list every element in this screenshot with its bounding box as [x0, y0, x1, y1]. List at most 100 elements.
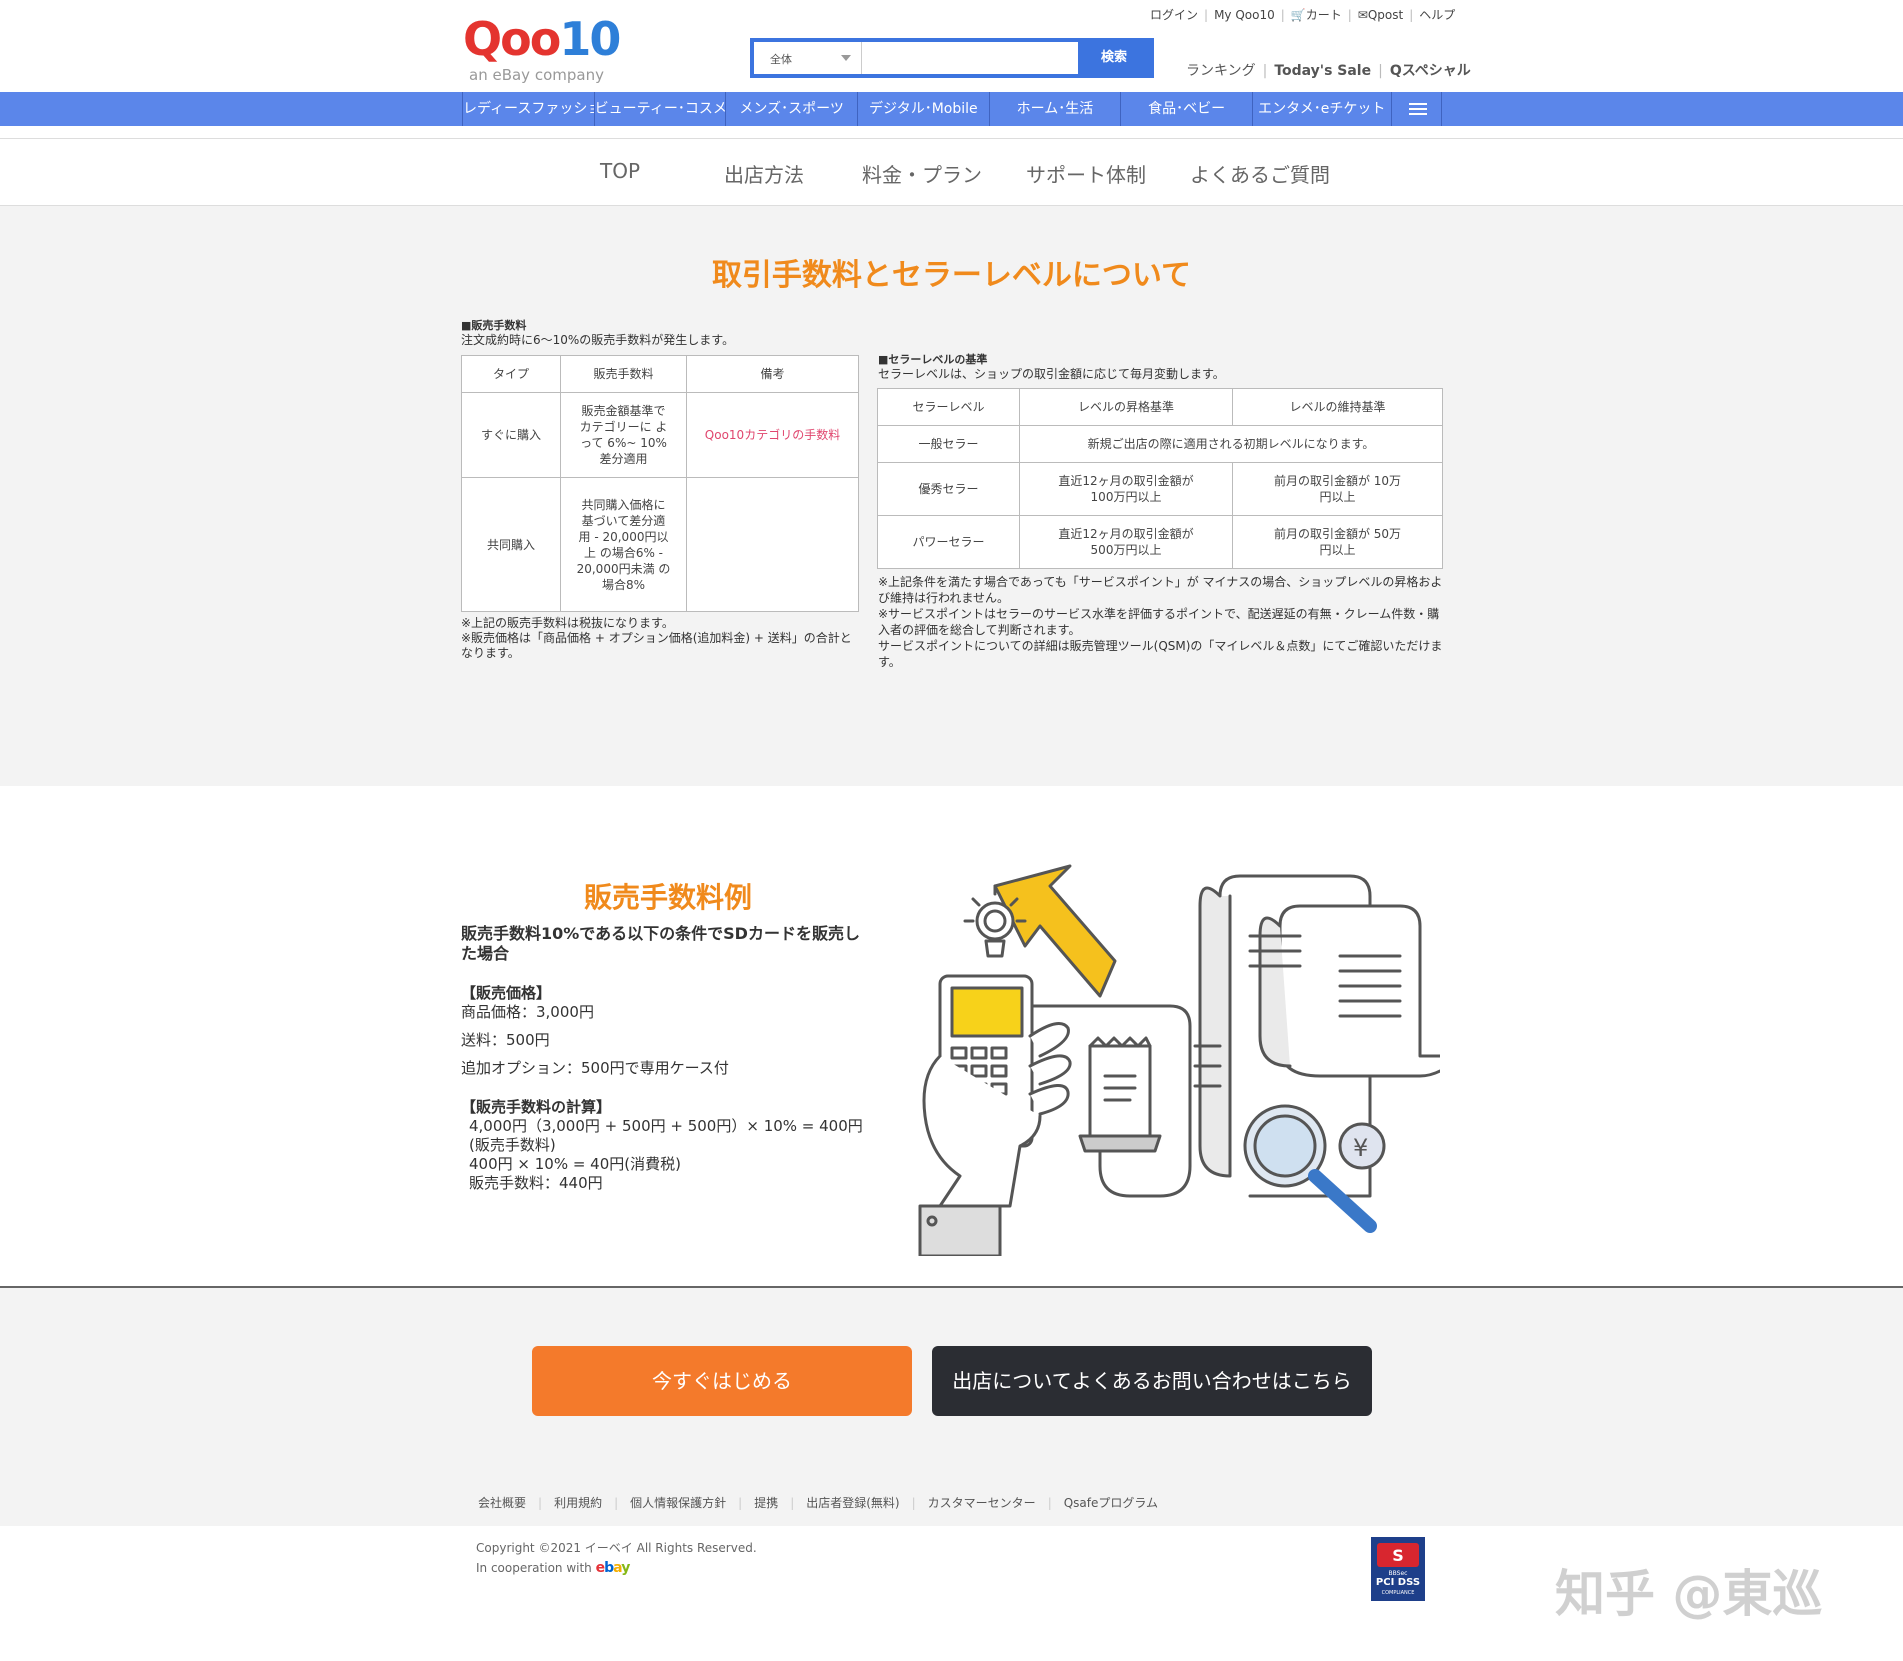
- table-row: パワーセラー 直近12ヶ月の取引金額が 500万円以上 前月の取引金額が 50万…: [877, 515, 1443, 569]
- table-header: レベルの維持基準: [1232, 388, 1443, 426]
- calc-block: 【販売手数料の計算】 4,000円（3,000円 + 500円 + 500円）×…: [461, 1098, 871, 1193]
- seller-level-desc: セラーレベルは、ショップの取引金額に応じて毎月変動します。: [878, 367, 1225, 381]
- footer-copyright-block: Copyright ©2021 イーベイ All Rights Reserved…: [476, 1538, 757, 1578]
- sales-fee-intro: ■販売手数料 注文成約時に6～10%の販売手数料が発生します。: [461, 318, 861, 348]
- footer-link-partnership[interactable]: 提携: [754, 1496, 778, 1510]
- category-fee-link[interactable]: Qoo10カテゴリの手数料: [686, 392, 859, 478]
- footer-link-terms[interactable]: 利用規約: [554, 1496, 602, 1510]
- sales-fee-table: タイプ 販売手数料 備考 すぐに購入 販売金額基準で カテゴリーに よって 6%…: [461, 355, 859, 612]
- logo-tagline: an eBay company: [469, 66, 604, 84]
- table-cell: 前月の取引金額が 50万円以上: [1232, 515, 1443, 569]
- category-mens-sports[interactable]: メンズ･スポーツ: [725, 92, 857, 126]
- login-link[interactable]: ログイン: [1150, 8, 1198, 22]
- table-cell: 前月の取引金額が 10万円以上: [1232, 462, 1443, 516]
- pci-dss-badge: S BBSec PCI DSS COMPLIANCE: [1371, 1537, 1425, 1601]
- qoo10-logo[interactable]: Qoo10 an eBay company: [463, 12, 621, 86]
- cart-link[interactable]: カート: [1306, 8, 1342, 22]
- cart-icon: 🛒: [1290, 8, 1306, 22]
- price-line: 送料：500円: [461, 1031, 550, 1049]
- my-qoo10-link[interactable]: My Qoo10: [1214, 8, 1275, 22]
- seller-level-heading: ■セラーレベルの基準: [878, 353, 988, 366]
- table-header: 販売手数料: [560, 355, 687, 393]
- todays-sale-link[interactable]: Today's Sale: [1274, 63, 1371, 79]
- price-block: 【販売価格】 商品価格：3,000円 送料：500円 追加オプション：500円で…: [461, 984, 871, 1078]
- help-link[interactable]: ヘルプ: [1419, 8, 1455, 22]
- commerce-illustration: ¥: [918, 864, 1440, 1256]
- category-beauty[interactable]: ビューティー･コスメ: [593, 92, 725, 126]
- category-home[interactable]: ホーム･生活: [988, 92, 1121, 126]
- seller-level-intro: ■セラーレベルの基準 セラーレベルは、ショップの取引金額に応じて毎月変動します。: [878, 352, 1444, 382]
- sales-fee-notes: ※上記の販売手数料は税抜になります。 ※販売価格は「商品価格 + オプション価格…: [461, 616, 861, 661]
- price-line: 追加オプション：500円で専用ケース付: [461, 1059, 729, 1077]
- seller-level-notes: ※上記条件を満たす場合であっても「サービスポイント」が マイナスの場合、ショップ…: [878, 574, 1444, 670]
- copyright-text: Copyright ©2021 イーベイ All Rights Reserved…: [476, 1541, 757, 1555]
- table-cell: 販売金額基準で カテゴリーに よって 6%~ 10%差分適用: [560, 392, 687, 478]
- subnav-how-to-open[interactable]: 出店方法: [724, 159, 804, 188]
- note-line: ※サービスポイントはセラーのサービス水準を評価するポイントで、配送遅延の有無・ク…: [878, 607, 1440, 637]
- table-cell: 共同購入: [461, 477, 561, 612]
- table-header: 備考: [686, 355, 859, 393]
- qpost-link[interactable]: Qpost: [1368, 8, 1403, 22]
- subnav-support[interactable]: サポート体制: [1026, 159, 1146, 188]
- table-cell: 新規ご出店の際に適用される初期レベルになります。: [1019, 425, 1443, 463]
- note-line: ※販売価格は「商品価格 + オプション価格(追加料金) + 送料」の合計となりま…: [461, 631, 852, 660]
- utility-links: ログイン | My Qoo10 | 🛒カート | ✉Qpost | ヘルプ: [1150, 8, 1456, 22]
- footer-link-company[interactable]: 会社概要: [478, 1496, 526, 1510]
- footer-link-qsafe[interactable]: Qsafeプログラム: [1064, 1496, 1158, 1510]
- table-cell: 優秀セラー: [877, 462, 1020, 516]
- ranking-link[interactable]: ランキング: [1186, 63, 1256, 79]
- q-special-link[interactable]: Qスペシャル: [1390, 63, 1471, 79]
- site-header: Qoo10 an eBay company 全体 検索 ログイン | My Qoo1…: [0, 0, 1903, 92]
- footer-links: 会社概要 | 利用規約 | 個人情報保護方針 | 提携 | 出店者登録(無料) | カスタマーセンタ…: [0, 1482, 1903, 1526]
- search-button[interactable]: 検索: [1078, 42, 1150, 74]
- subnav-top[interactable]: TOP: [600, 159, 640, 183]
- calc-line: 4,000円（3,000円 + 500円 + 500円）× 10% = 400円…: [469, 1117, 863, 1154]
- example-lead: 販売手数料10%である以下の条件でSDカードを販売した場合: [461, 924, 860, 963]
- sales-fee-heading: ■販売手数料: [461, 319, 527, 332]
- fees-section: 取引手数料とセラーレベルについて ■販売手数料 注文成約時に6～10%の販売手数…: [0, 206, 1903, 786]
- calc-line: 400円 × 10% = 40円(消費税): [469, 1155, 681, 1173]
- price-heading: 【販売価格】: [461, 984, 552, 1002]
- yen-icon: ¥: [1353, 1134, 1368, 1162]
- site-footer: Copyright ©2021 イーベイ All Rights Reserved…: [0, 1526, 1903, 1661]
- badge-main-text: PCI DSS: [1375, 1577, 1421, 1588]
- subnav-faq[interactable]: よくあるご質問: [1190, 159, 1330, 188]
- category-food-baby[interactable]: 食品･ベビー: [1120, 92, 1252, 126]
- category-ladies-fashion[interactable]: レディースファッション: [462, 92, 594, 126]
- cooperation-text: In cooperation with: [476, 1561, 592, 1575]
- seller-level-table: セラーレベル レベルの昇格基準 レベルの維持基準 一般セラー 新規ご出店の際に適…: [877, 388, 1443, 569]
- category-digital[interactable]: デジタル･Mobile: [856, 92, 989, 126]
- table-row: 一般セラー 新規ご出店の際に適用される初期レベルになります。: [877, 425, 1443, 463]
- calc-heading: 【販売手数料の計算】: [461, 1098, 612, 1116]
- table-row: 共同購入 共同購入価格に 基づいて差分適 用 - 20,000円以上 の場合6%…: [461, 477, 859, 612]
- seller-subnav: TOP 出店方法 料金・プラン サポート体制 よくあるご質問: [0, 138, 1903, 206]
- chevron-down-icon: [841, 55, 851, 61]
- footer-link-privacy[interactable]: 個人情報保護方針: [630, 1496, 726, 1510]
- search-category-label: 全体: [770, 53, 792, 66]
- example-title: 販売手数料例: [583, 881, 752, 914]
- faq-contact-button[interactable]: 出店についてよくあるお問い合わせはこちら: [932, 1346, 1372, 1416]
- footer-link-customer-center[interactable]: カスタマーセンター: [928, 1496, 1036, 1510]
- footer-link-seller-signup[interactable]: 出店者登録(無料): [806, 1496, 899, 1510]
- search-input[interactable]: [864, 44, 1074, 72]
- promo-links: ランキング | Today's Sale | Qスペシャル: [1186, 63, 1471, 79]
- subnav-pricing[interactable]: 料金・プラン: [862, 159, 982, 188]
- start-now-button[interactable]: 今すぐはじめる: [532, 1346, 912, 1416]
- note-line: ※上記の販売手数料は税抜になります。: [461, 616, 674, 630]
- note-line: サービスポイントについての詳細は販売管理ツール(QSM)の「マイレベル＆点数」に…: [878, 639, 1443, 669]
- watermark: 知乎 @東巡: [1555, 1565, 1823, 1623]
- category-entertainment[interactable]: エンタメ･eチケット: [1251, 92, 1391, 126]
- table-header: タイプ: [461, 355, 561, 393]
- table-cell: 直近12ヶ月の取引金額が 100万円以上: [1019, 462, 1233, 516]
- calc-line: 販売手数料：440円: [469, 1174, 603, 1192]
- mail-icon: ✉: [1357, 8, 1368, 22]
- table-row: 優秀セラー 直近12ヶ月の取引金額が 100万円以上 前月の取引金額が 10万円…: [877, 462, 1443, 516]
- all-categories-menu-icon[interactable]: [1390, 92, 1442, 126]
- table-cell: パワーセラー: [877, 515, 1020, 569]
- search-category-select[interactable]: 全体: [754, 42, 862, 74]
- category-bar: レディースファッション ビューティー･コスメ メンズ･スポーツ デジタル･Mob…: [0, 92, 1903, 126]
- fee-example-section: 販売手数料例 販売手数料10%である以下の条件でSDカードを販売した場合 【販売…: [0, 786, 1903, 1286]
- table-cell: 共同購入価格に 基づいて差分適 用 - 20,000円以上 の場合6% - 20…: [560, 477, 687, 612]
- ebay-logo: ebay: [595, 1560, 631, 1576]
- note-line: ※上記条件を満たす場合であっても「サービスポイント」が マイナスの場合、ショップ…: [878, 575, 1443, 605]
